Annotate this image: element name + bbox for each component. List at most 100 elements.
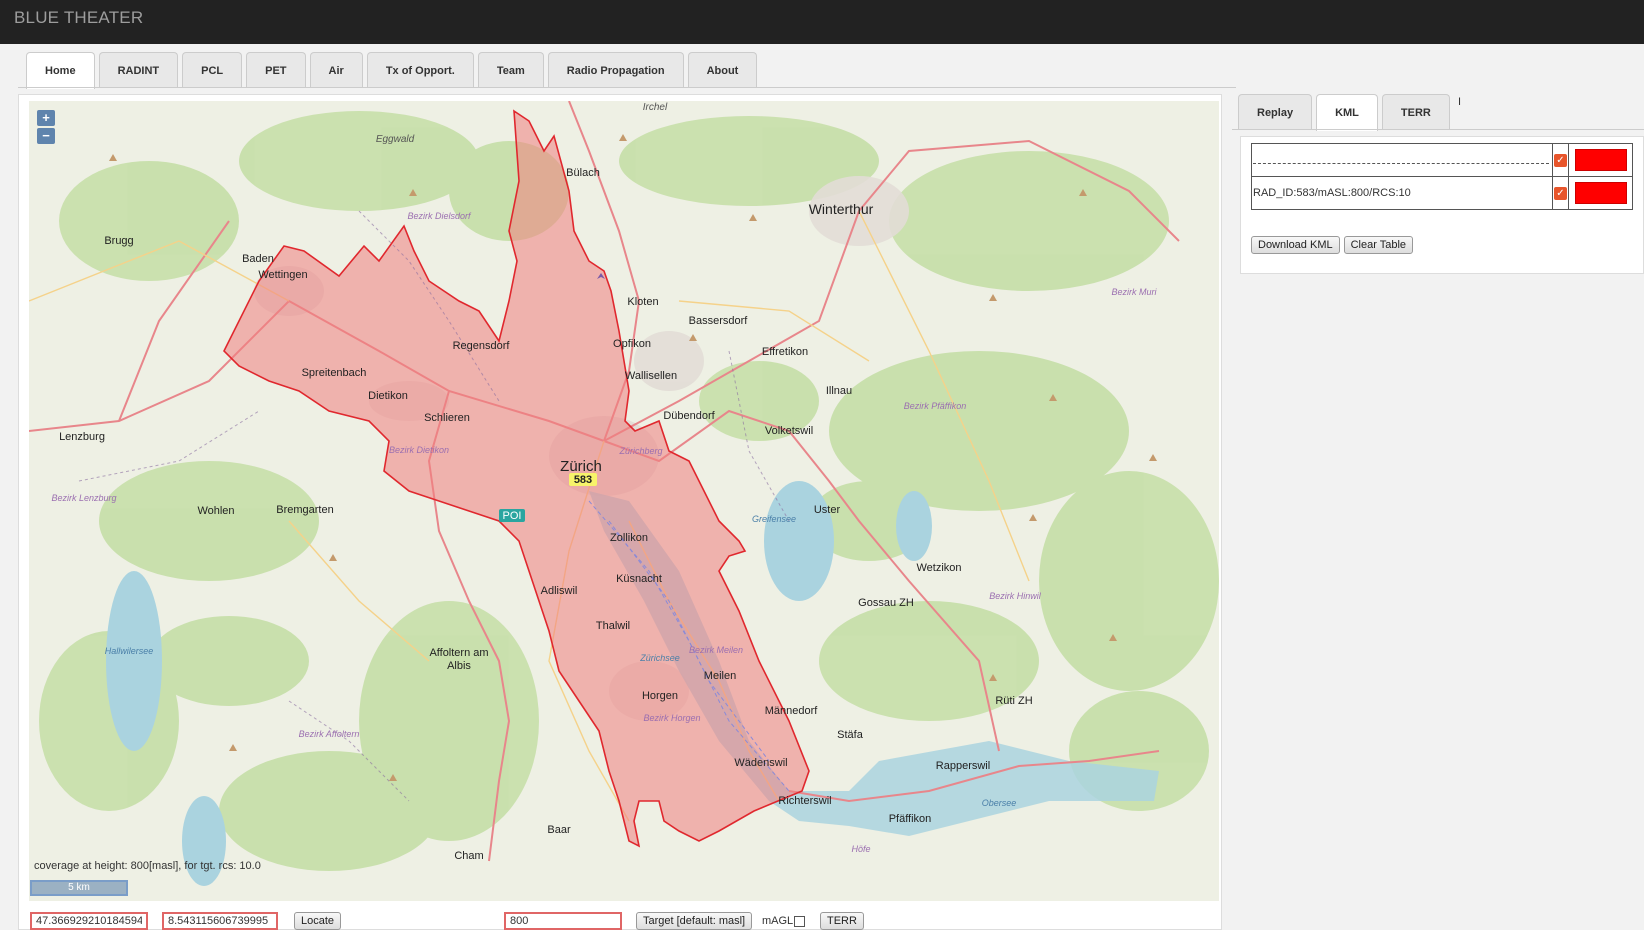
place-label: Dübendorf [663, 410, 715, 422]
right-tab-divider [1232, 129, 1644, 130]
place-label: Regensdorf [453, 340, 511, 352]
place-label: Rüti ZH [995, 695, 1032, 707]
district-label: Bezirk Hinwil [989, 591, 1042, 601]
tab-tx-of-opport[interactable]: Tx of Opport. [366, 52, 474, 88]
place-label: Zollikon [610, 532, 648, 544]
tab-pcl[interactable]: PCL [182, 52, 243, 88]
place-label: Spreitenbach [302, 367, 367, 379]
target-button[interactable]: Target [default: masl] [636, 912, 753, 930]
place-label: Brugg [104, 235, 133, 247]
place-label: Affoltern am [429, 647, 488, 659]
place-label: Lenzburg [59, 431, 105, 443]
map-view[interactable]: Bülach Kloten Bassersdorf Opfikon Regens… [29, 101, 1219, 901]
tab-pet[interactable]: PET [246, 52, 306, 88]
longitude-input[interactable] [162, 912, 278, 930]
city-label-winterthur: Winterthur [809, 201, 874, 217]
kml-actions: Download KML Clear Table [1251, 236, 1414, 254]
place-label: Baar [547, 824, 571, 836]
place-label: Wohlen [197, 505, 234, 517]
place-label: Horgen [642, 690, 678, 702]
kml-row-checkbox[interactable]: ✓ [1552, 143, 1569, 177]
place-label: Gossau ZH [858, 597, 914, 609]
poi-label: POI [503, 510, 522, 522]
place-label: Dietikon [368, 390, 408, 402]
kml-row-color[interactable] [1568, 176, 1633, 210]
district-label: Zürichberg [618, 446, 662, 456]
radar-site-marker: 583 [569, 473, 597, 486]
tab-radio-propagation[interactable]: Radio Propagation [547, 52, 684, 88]
map-canvas[interactable]: Bülach Kloten Bassersdorf Opfikon Regens… [29, 101, 1219, 901]
place-label: Männedorf [765, 705, 819, 717]
place-label: Richterswil [778, 795, 831, 807]
place-label: Illnau [826, 385, 852, 397]
tab-air[interactable]: Air [309, 52, 363, 88]
place-label: Albis [447, 660, 471, 672]
tab-about[interactable]: About [687, 52, 758, 88]
district-label: Bezirk Pfäffikon [904, 401, 967, 411]
tab-home[interactable]: Home [26, 52, 95, 89]
place-label: Stäfa [837, 729, 864, 741]
height-input[interactable] [504, 912, 622, 930]
district-label: Bezirk Dietikon [389, 445, 449, 455]
magl-label: mAGL [762, 915, 794, 927]
water-label: Zürichsee [639, 653, 680, 663]
place-label: Kloten [627, 296, 658, 308]
latitude-input[interactable] [30, 912, 148, 930]
district-label: Bezirk Muri [1111, 287, 1157, 297]
scale-bar: 5 km [30, 880, 128, 896]
district-label: Höfe [851, 844, 870, 854]
place-label: Meilen [704, 670, 736, 682]
tab-team[interactable]: Team [477, 52, 544, 88]
place-label: Schlieren [424, 412, 470, 424]
tab-terr[interactable]: TERR [1381, 94, 1450, 130]
kml-table: ✓ RAD_ID:583/mASL:800/RCS:10 ✓ [1251, 143, 1633, 210]
color-swatch[interactable] [1574, 182, 1627, 204]
place-label: Rapperswil [936, 760, 990, 772]
water-label: Obersee [982, 798, 1017, 808]
tab-replay[interactable]: Replay [1238, 94, 1313, 130]
place-label: Bremgarten [276, 504, 333, 516]
place-label: Wetzikon [916, 562, 961, 574]
kml-row-label: RAD_ID:583/mASL:800/RCS:10 [1251, 176, 1553, 210]
right-tabs: Replay KML TERR [1238, 94, 1450, 131]
tab-divider [18, 87, 1236, 88]
place-label: Eggwald [376, 134, 415, 145]
magl-checkbox[interactable] [794, 916, 805, 927]
app-title: BLUE THEATER [14, 8, 144, 27]
table-row: ✓ [1251, 143, 1633, 177]
district-label: Bezirk Affoltern [299, 729, 360, 739]
clear-table-button[interactable]: Clear Table [1343, 236, 1414, 254]
kml-row-checkbox[interactable]: ✓ [1552, 176, 1569, 210]
place-label: Irchel [643, 102, 668, 113]
place-label: Wettingen [258, 269, 307, 281]
place-label: Thalwil [596, 620, 630, 632]
water-label: Hallwilersee [105, 646, 154, 656]
checkmark-icon: ✓ [1554, 153, 1567, 167]
place-label: Bülach [566, 167, 600, 179]
tab-kml[interactable]: KML [1316, 94, 1378, 131]
place-label: Bassersdorf [689, 315, 749, 327]
district-label: Bezirk Dielsdorf [407, 211, 472, 221]
main-tabs: Home RADINT PCL PET Air Tx of Opport. Te… [26, 52, 758, 89]
coverage-caption: coverage at height: 800[masl], for tgt. … [34, 860, 261, 872]
place-label: Cham [454, 850, 483, 862]
color-swatch[interactable] [1574, 149, 1627, 171]
district-label: Bezirk Lenzburg [51, 493, 116, 503]
text-cursor: I [1458, 96, 1462, 108]
place-label: Adliswil [541, 585, 578, 597]
radar-id-label: 583 [574, 474, 592, 486]
kml-row-separator [1253, 162, 1549, 164]
zoom-out-button[interactable]: − [37, 128, 55, 144]
kml-row-color[interactable] [1568, 143, 1633, 177]
table-row: RAD_ID:583/mASL:800/RCS:10 ✓ [1251, 176, 1633, 210]
locate-button[interactable]: Locate [294, 912, 342, 930]
place-label: Effretikon [762, 346, 808, 358]
download-kml-button[interactable]: Download KML [1251, 236, 1340, 254]
place-label: Opfikon [613, 338, 651, 350]
zoom-in-button[interactable]: + [37, 110, 55, 126]
district-label: Bezirk Meilen [689, 645, 743, 655]
tab-radint[interactable]: RADINT [98, 52, 179, 88]
place-label: Baden [242, 253, 274, 265]
terr-button[interactable]: TERR [820, 912, 864, 930]
place-label: Volketswil [765, 425, 813, 437]
